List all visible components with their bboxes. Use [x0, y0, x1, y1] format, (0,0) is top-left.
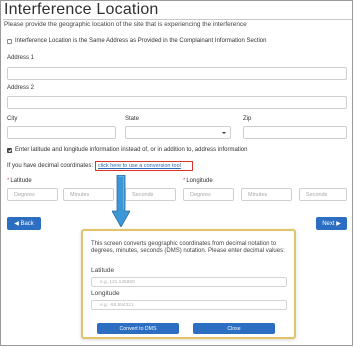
address1-label: Address 1	[7, 55, 35, 61]
dialog-description: This screen converts geographic coordina…	[91, 241, 285, 254]
conversion-dialog: This screen converts geographic coordina…	[81, 229, 296, 339]
annotation-arrow-icon	[112, 175, 130, 227]
dialog-close-button[interactable]: Close	[193, 323, 275, 334]
state-select[interactable]	[125, 126, 231, 139]
page-title: Interference Location	[4, 1, 159, 18]
chevron-down-icon	[222, 132, 226, 134]
same-address-checkbox[interactable]	[7, 38, 12, 44]
dialog-latitude-label: Latitude	[91, 267, 115, 274]
dialog-latitude-input[interactable]: e.g. 121.135850	[91, 277, 287, 287]
same-address-row[interactable]: Interference Location is the Same Addres…	[7, 38, 266, 44]
latlong-checkbox-label: Enter latitude and longitude information…	[15, 147, 248, 153]
conversion-tool-link[interactable]: click here to use a conversion tool	[95, 161, 193, 171]
address1-input[interactable]	[7, 67, 347, 80]
dialog-longitude-input[interactable]: e.g. -95.654321	[91, 300, 287, 310]
convert-to-dms-button[interactable]: Convert to DMS	[97, 323, 179, 334]
city-input[interactable]	[7, 126, 116, 139]
city-label: City	[7, 116, 18, 122]
interference-location-panel: Interference Location Please provide the…	[0, 0, 353, 346]
decimal-prompt: If you have decimal coordinates:	[7, 163, 94, 169]
longitude-minutes-input[interactable]: Minutes	[241, 188, 292, 201]
latitude-minutes-input[interactable]: Minutes	[63, 188, 114, 201]
zip-input[interactable]	[243, 126, 347, 139]
address2-input[interactable]	[7, 96, 347, 109]
latitude-seconds-input[interactable]: Seconds	[125, 188, 176, 201]
conversion-tool-link-text: click here to use a conversion tool	[98, 163, 181, 169]
zip-label: Zip	[243, 116, 252, 122]
address2-label: Address 2	[7, 85, 35, 91]
title-divider	[3, 19, 352, 20]
next-button[interactable]: Next ▶	[316, 217, 347, 230]
latitude-degrees-input[interactable]: Degrees	[7, 188, 58, 201]
longitude-degrees-input[interactable]: Degrees	[183, 188, 234, 201]
dialog-longitude-label: Longitude	[91, 290, 120, 297]
latlong-row[interactable]: Enter latitude and longitude information…	[7, 147, 247, 153]
latitude-label: *Latitude	[7, 178, 32, 184]
state-label: State	[125, 116, 140, 122]
longitude-seconds-input[interactable]: Seconds	[299, 188, 347, 201]
same-address-label: Interference Location is the Same Addres…	[15, 38, 267, 44]
page-subtitle: Please provide the geographic location o…	[4, 21, 247, 28]
back-button[interactable]: ◀ Back	[7, 217, 41, 230]
latlong-checkbox[interactable]	[7, 147, 12, 153]
longitude-label: *Longitude	[183, 178, 213, 184]
